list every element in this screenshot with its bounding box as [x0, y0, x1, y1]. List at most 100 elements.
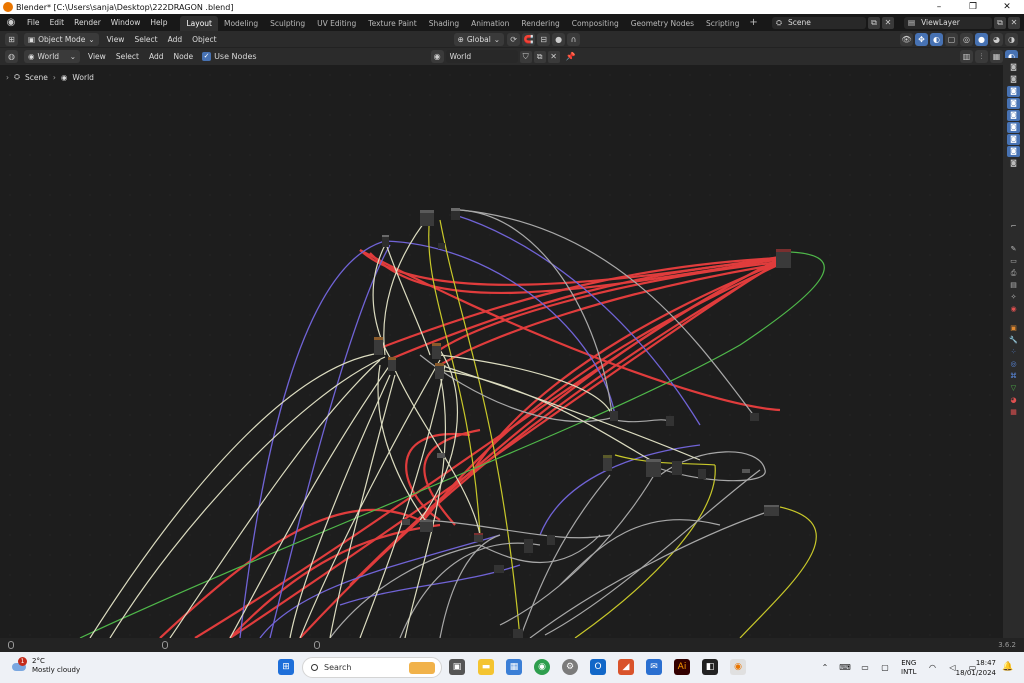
overlay-icon[interactable]: ◐ [930, 32, 943, 46]
pivot-icon[interactable]: ⟳ [507, 32, 521, 46]
physics-icon[interactable]: ◎ [1007, 359, 1020, 370]
settings-icon[interactable]: ⚙ [562, 659, 578, 675]
node-editor-canvas[interactable]: › ⛭ Scene › ◉ World [0, 65, 1003, 638]
node[interactable] [666, 416, 674, 426]
snap-icon[interactable]: 🧲 [522, 32, 536, 46]
sidebar-toggle-icon[interactable]: › [6, 73, 9, 82]
node[interactable] [547, 535, 555, 545]
shading-material-icon[interactable]: ◕ [990, 32, 1003, 46]
menu-select[interactable]: Select [111, 52, 144, 61]
app-icon[interactable]: ◢ [618, 659, 634, 675]
node[interactable] [437, 453, 445, 458]
node-editor-type-icon[interactable]: ◍ [5, 50, 18, 63]
modifier-icon[interactable]: 🔧 [1007, 335, 1020, 346]
node[interactable] [742, 469, 750, 473]
falloff-icon[interactable]: ∩ [567, 32, 581, 46]
tab-scripting[interactable]: Scripting [700, 16, 745, 31]
node[interactable] [374, 337, 383, 355]
app-icon[interactable]: ◧ [702, 659, 718, 675]
particles-icon[interactable]: ⁘ [1007, 347, 1020, 358]
keyboard-icon[interactable]: ⌨ [839, 663, 851, 672]
viewlayer-selector[interactable]: ▤ ViewLayer [904, 16, 992, 29]
maximize-button[interactable]: ❐ [956, 2, 990, 12]
taskbar-clock[interactable]: 18:47 18/01/2024 [952, 658, 996, 678]
chrome-icon[interactable]: ◉ [534, 659, 550, 675]
unlink-world-icon[interactable]: ✕ [547, 50, 560, 63]
gizmo-icon[interactable]: ✥ [915, 32, 928, 46]
tab-uv-editing[interactable]: UV Editing [311, 16, 362, 31]
storage-icon[interactable]: ▢ [879, 663, 891, 672]
visibility-icon[interactable]: 👁 [900, 32, 913, 46]
world-name-field[interactable]: World [445, 50, 518, 63]
node[interactable] [438, 243, 445, 249]
node[interactable] [494, 565, 504, 573]
pin-icon[interactable]: 📌 [566, 52, 576, 61]
node[interactable] [474, 533, 483, 542]
menu-help[interactable]: Help [145, 14, 172, 31]
object-props-icon[interactable]: ▣ [1007, 323, 1020, 334]
world-browse-icon[interactable]: ◉ [430, 50, 444, 63]
tab-layout[interactable]: Layout [180, 15, 218, 31]
menu-select[interactable]: Select [129, 35, 162, 44]
output-icon[interactable]: ⎙ [1007, 268, 1020, 279]
editor-type-icon[interactable]: ⊞ [5, 32, 18, 46]
notification-bell-icon[interactable]: 🔔 [1002, 662, 1013, 672]
snap-target-icon[interactable]: ⊟ [537, 32, 551, 46]
add-workspace-button[interactable]: + [745, 17, 761, 28]
transform-orientation-dropdown[interactable]: ⊕ Global ⌄ [453, 32, 505, 46]
fake-user-icon[interactable]: ⛉ [519, 50, 532, 63]
object-mode-dropdown[interactable]: ▣ Object Mode ⌄ [24, 32, 99, 46]
camera-icon[interactable]: ◙ [1007, 62, 1020, 73]
world-props-icon[interactable]: ◉ [1007, 304, 1020, 315]
texture-icon[interactable]: ▦ [1007, 407, 1020, 418]
shader-type-dropdown[interactable]: ◉ World ⌄ [24, 50, 80, 63]
camera-icon[interactable]: ◙ [1007, 110, 1020, 121]
scene-props-icon[interactable]: ✧ [1007, 292, 1020, 303]
menu-window[interactable]: Window [106, 14, 146, 31]
tab-rendering[interactable]: Rendering [515, 16, 565, 31]
menu-view[interactable]: View [102, 35, 130, 44]
shading-rendered-icon[interactable]: ◑ [1005, 32, 1018, 46]
camera-icon[interactable]: ◙ [1007, 98, 1020, 109]
file-explorer-icon[interactable]: ▬ [478, 659, 494, 675]
output-node[interactable] [776, 249, 791, 268]
wifi-icon[interactable]: ◠ [926, 663, 938, 672]
task-view-icon[interactable]: ▣ [449, 659, 465, 675]
render-icon[interactable]: ▭ [1007, 256, 1020, 267]
delete-viewlayer-button[interactable]: ✕ [1008, 16, 1020, 29]
camera-icon[interactable]: ◙ [1007, 134, 1020, 145]
camera-icon[interactable]: ◙ [1007, 158, 1020, 169]
material-icon[interactable]: ◕ [1007, 395, 1020, 406]
minimize-button[interactable]: – [922, 2, 956, 12]
menu-file[interactable]: File [22, 14, 45, 31]
node[interactable] [524, 539, 533, 553]
tool-icon[interactable]: ✎ [1007, 244, 1020, 255]
node[interactable] [432, 343, 441, 359]
new-viewlayer-button[interactable]: ⧉ [994, 16, 1006, 29]
menu-add[interactable]: Add [163, 35, 188, 44]
menu-object[interactable]: Object [187, 35, 221, 44]
tab-sculpting[interactable]: Sculpting [264, 16, 311, 31]
tab-animation[interactable]: Animation [465, 16, 515, 31]
node[interactable] [435, 363, 444, 379]
menu-add[interactable]: Add [144, 52, 169, 61]
node-snap-icon[interactable]: ▦ [990, 50, 1003, 63]
scene-selector[interactable]: ⛭ Scene [772, 16, 866, 29]
tab-geometry-nodes[interactable]: Geometry Nodes [625, 16, 700, 31]
node[interactable] [698, 469, 706, 479]
blender-logo-icon[interactable]: ◉ [4, 17, 18, 29]
camera-icon[interactable]: ◙ [1007, 146, 1020, 157]
node[interactable] [610, 411, 618, 421]
backdrop-icon[interactable]: ▥ [960, 50, 973, 63]
chevron-up-icon[interactable]: ⌃ [819, 663, 831, 672]
new-scene-button[interactable]: ⧉ [868, 16, 880, 29]
close-button[interactable]: ✕ [990, 2, 1024, 12]
taskbar-search[interactable]: Search [302, 657, 442, 678]
proportional-edit-icon[interactable]: ● [552, 32, 566, 46]
node[interactable] [750, 413, 759, 421]
node[interactable] [672, 461, 682, 475]
store-icon[interactable]: ▦ [506, 659, 522, 675]
illustrator-icon[interactable]: Ai [674, 659, 690, 675]
blender-taskbar-icon[interactable]: ◉ [730, 659, 746, 675]
menu-edit[interactable]: Edit [45, 14, 70, 31]
